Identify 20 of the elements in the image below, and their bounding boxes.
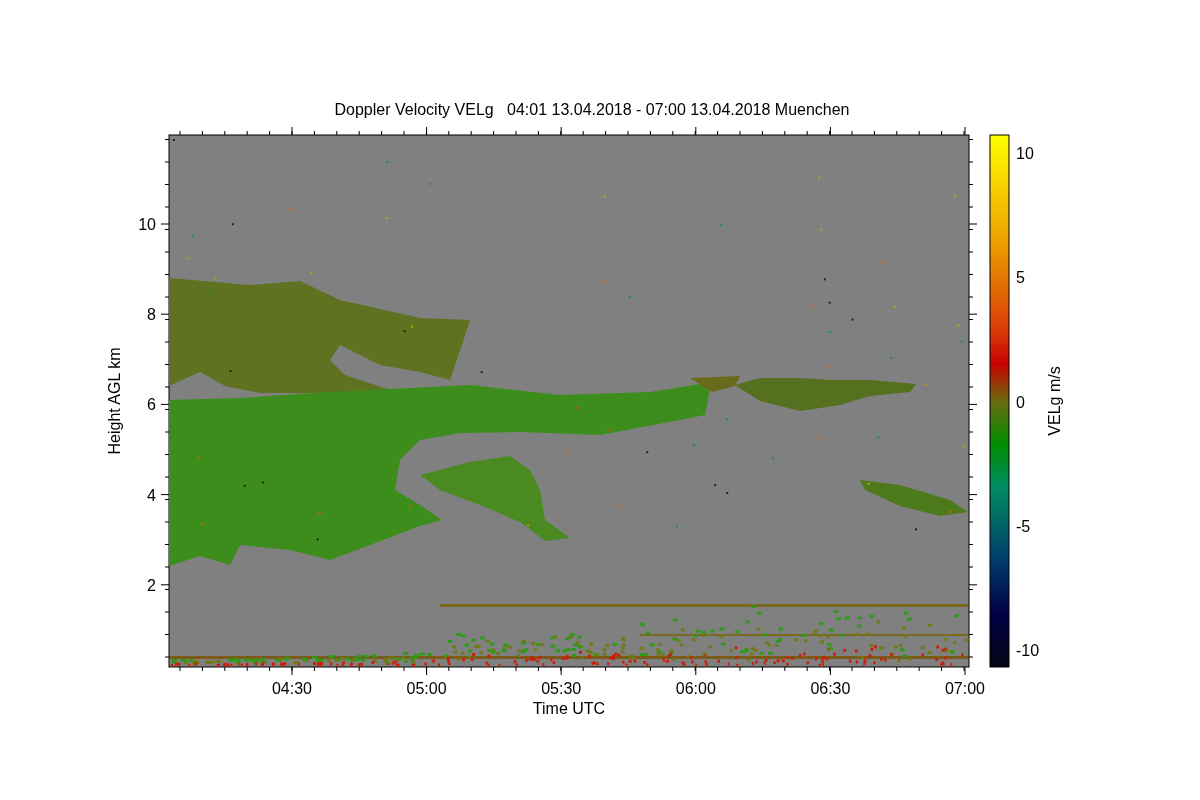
colorbar-tick-label: -5 (1016, 517, 1031, 535)
y-tick-label: 8 (147, 306, 156, 324)
colorbar-tick-label: 0 (1016, 393, 1025, 411)
y-tick-label: 4 (147, 486, 156, 504)
x-tick-label: 06:30 (810, 680, 851, 697)
x-tick-label: 05:00 (406, 680, 447, 697)
colorbar-tick-label: 5 (1016, 269, 1025, 287)
y-tick-label: 2 (147, 576, 156, 594)
x-tick-label: 07:00 (945, 680, 985, 697)
y-tick-label: 10 (138, 216, 156, 233)
colorbar-label: VELg m/s (1046, 366, 1063, 436)
x-tick-label: 05:30 (541, 680, 582, 697)
plot-title: Doppler Velocity VELg 04:01 13.04.2018 - 07:00 13.04.2018 Muenchen (334, 101, 850, 118)
colorbar-tick-label: -10 (1016, 642, 1040, 660)
x-axis-label: Time UTC (532, 700, 606, 717)
colorbar-tick-label: 10 (1016, 145, 1034, 162)
y-axis-label: Height AGL km (106, 347, 123, 455)
x-tick-label: 06:00 (675, 680, 716, 697)
x-tick-label: 04:30 (272, 680, 312, 697)
y-tick-label: 6 (147, 396, 156, 414)
